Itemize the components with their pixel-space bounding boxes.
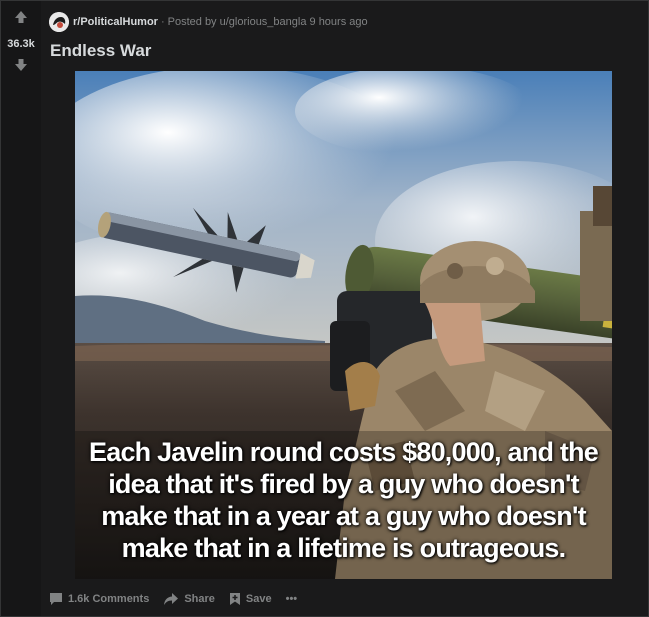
caption-line: idea that it's fired by a guy who doesn'… [108,469,579,499]
post-content: r/PoliticalHumor · Posted by u/glorious_… [49,1,648,616]
post-actions: 1.6k Comments Share Save ••• [49,589,311,609]
caption-line: Each Javelin round costs $80,000, and th… [89,437,599,467]
post-card[interactable]: 36.3k r/PoliticalHumor · Posted by u/glo… [0,0,649,617]
comments-button[interactable]: 1.6k Comments [49,592,149,606]
subreddit-link[interactable]: r/PoliticalHumor [73,16,158,28]
share-icon [164,593,179,605]
upvote-icon[interactable] [13,9,29,25]
image-caption: Each Javelin round costs $80,000, and th… [75,436,612,564]
bookmark-icon [229,593,240,605]
subreddit-avatar-icon[interactable] [49,12,69,32]
post-image[interactable]: Each Javelin round costs $80,000, and th… [75,71,612,579]
more-options-icon[interactable]: ••• [286,593,298,605]
vote-rail: 36.3k [1,1,41,616]
save-label: Save [245,593,272,605]
meta-separator: · [160,16,165,28]
post-title[interactable]: Endless War [50,41,151,61]
save-button[interactable]: Save [229,592,272,606]
caption-line: make that in a lifetime is outrageous. [121,533,567,563]
posted-by-text[interactable]: Posted by u/glorious_bangla 9 hours ago [168,16,368,28]
caption-line: make that in a year at a guy who doesn't [101,501,586,531]
share-button[interactable]: Share [163,592,215,606]
vote-score: 36.3k [7,38,35,50]
comments-label: 1.6k Comments [68,593,150,605]
downvote-icon[interactable] [13,57,29,73]
share-label: Share [184,593,215,605]
post-meta: r/PoliticalHumor · Posted by u/glorious_… [49,11,368,33]
comment-icon [50,593,62,605]
